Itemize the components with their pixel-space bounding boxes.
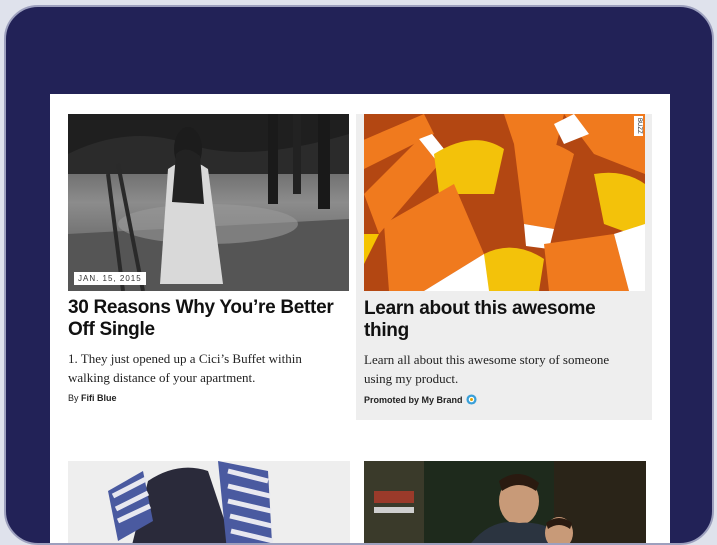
article-thumbnail[interactable]: BUZZ: [364, 114, 645, 291]
article-card[interactable]: JAN. 15, 2015 30 Reasons Why You’re Bett…: [68, 114, 350, 424]
promoted-card[interactable]: BUZZ Learn about this awesome thing Lear…: [356, 114, 652, 420]
tablet-frame: JAN. 15, 2015 30 Reasons Why You’re Bett…: [4, 5, 714, 545]
article-description: 1. They just opened up a Cici’s Buffet w…: [68, 351, 302, 385]
promoted-byline: Promoted by My Brand: [364, 394, 477, 405]
byline: By Fifi Blue: [68, 393, 117, 403]
corner-tag: BUZZ: [634, 116, 643, 136]
date-badge: JAN. 15, 2015: [74, 272, 146, 285]
article-thumbnail[interactable]: [68, 461, 350, 543]
candy-corn-photo: [364, 114, 645, 291]
article-thumbnail[interactable]: [364, 461, 646, 543]
author-name[interactable]: Fifi Blue: [81, 393, 117, 403]
byline-prefix: By: [68, 393, 79, 403]
promoted-label[interactable]: Promoted by My Brand: [364, 395, 463, 405]
article-feed: JAN. 15, 2015 30 Reasons Why You’re Bett…: [50, 94, 670, 543]
article-thumbnail[interactable]: JAN. 15, 2015: [68, 114, 349, 291]
forest-photo: [68, 114, 349, 291]
article-title[interactable]: Learn about this awesome thing: [364, 298, 644, 342]
article-title[interactable]: 30 Reasons Why You’re Better Off Single: [68, 297, 348, 341]
article-description: Learn all about this awesome story of so…: [364, 352, 610, 386]
brand-logo-icon: [465, 394, 477, 405]
sweater-photo: [68, 461, 350, 543]
tv-show-photo: [364, 461, 646, 543]
